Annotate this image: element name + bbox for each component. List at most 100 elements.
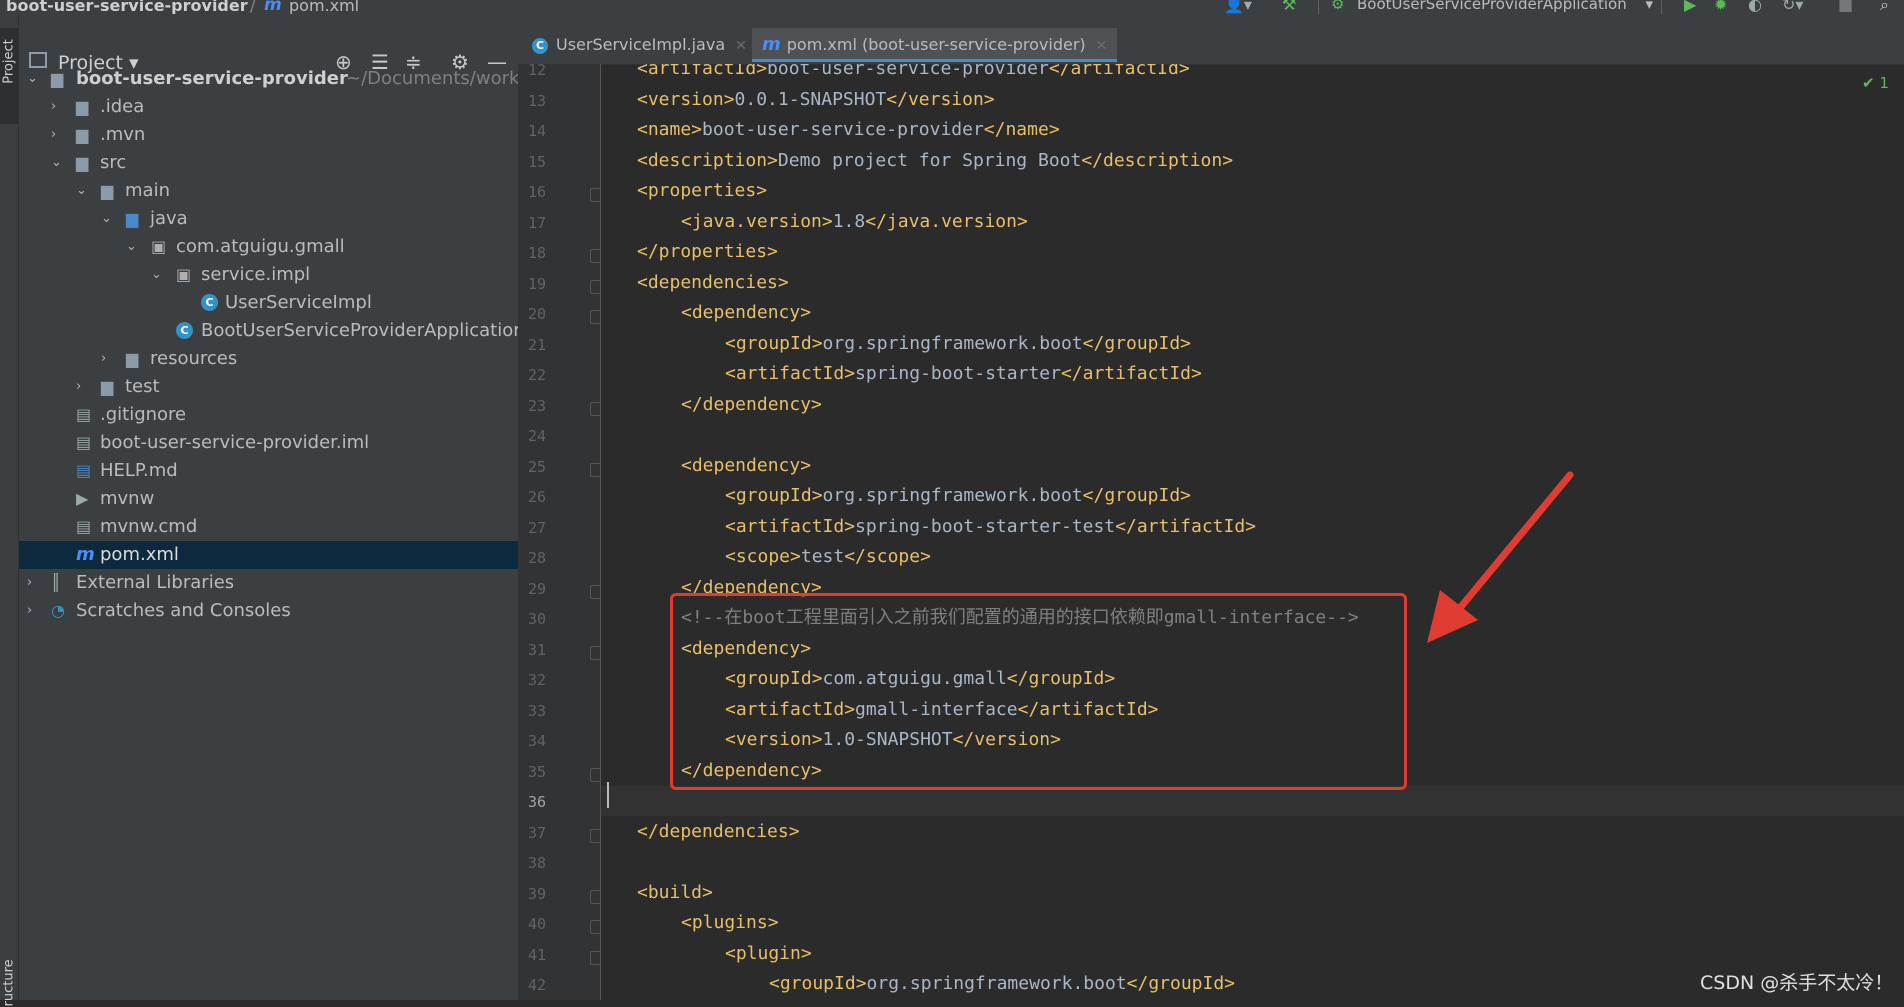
fold-marker-icon[interactable] — [590, 462, 600, 477]
code-line[interactable]: <name>boot-user-service-provider</name> — [601, 115, 1904, 145]
chevron-right-icon[interactable]: › — [101, 345, 106, 373]
code-line[interactable]: <version>0.0.1-SNAPSHOT</version> — [601, 85, 1904, 115]
user-icon[interactable]: 👤▾ — [1224, 0, 1252, 14]
tab-pom-xml[interactable]: m pom.xml (boot-user-service-provider) ✕ — [752, 28, 1118, 62]
code-line[interactable]: <scope>test</scope> — [601, 542, 1904, 572]
tree-item-package[interactable]: ⌄ ▣ com.atguigu.gmall — [19, 233, 518, 261]
tree-item-mvnw-cmd[interactable]: ▤ mvnw.cmd — [19, 513, 518, 541]
chevron-right-icon[interactable]: › — [76, 373, 81, 401]
editor-gutter[interactable]: 12 13 14 15 16 17 18 19 20 21 22 23 24 25 26 27 28 29 30 31… — [518, 64, 601, 1000]
code-line[interactable]: <plugin> — [601, 939, 1904, 969]
tree-item-mvn[interactable]: › ▆ .mvn — [19, 121, 518, 149]
tree-item-label: pom.xml — [100, 544, 179, 565]
tree-item-external-libraries[interactable]: › ║ External Libraries — [19, 569, 518, 597]
tree-item-help-md[interactable]: ▤ HELP.md — [19, 457, 518, 485]
code-line[interactable]: <java.version>1.8</java.version> — [601, 207, 1904, 237]
run-icon[interactable]: ▶ — [1684, 0, 1696, 14]
code-line[interactable]: <dependency> — [601, 451, 1904, 481]
line-number: 12 — [527, 64, 546, 79]
line-number: 28 — [527, 549, 546, 567]
fold-marker-icon[interactable] — [590, 310, 600, 324]
tree-item-project-root[interactable]: ⌄ ▆ boot-user-service-provider ~/Documen… — [19, 65, 518, 93]
tree-item-application[interactable]: C BootUserServiceProviderApplicatior — [19, 317, 518, 345]
fold-marker-icon[interactable] — [590, 920, 600, 934]
chevron-right-icon[interactable]: › — [27, 597, 32, 625]
chevron-down-icon[interactable]: ⌄ — [151, 261, 162, 289]
tree-item-label: boot-user-service-provider — [76, 68, 348, 89]
tree-item-test[interactable]: › ▆ test — [19, 373, 518, 401]
tree-item-label: BootUserServiceProviderApplicatior — [201, 320, 518, 341]
code-line[interactable] — [601, 847, 1904, 877]
code-line[interactable]: <plugins> — [601, 908, 1904, 938]
code-line[interactable]: <build> — [601, 878, 1904, 908]
tree-item-pom-xml[interactable]: m pom.xml — [19, 541, 518, 569]
code-line[interactable]: </properties> — [601, 237, 1904, 267]
close-icon[interactable]: ✕ — [735, 38, 747, 54]
spring-boot-icon: ⚙ — [1331, 0, 1345, 13]
source-folder-icon: ▆ — [126, 209, 139, 228]
code-line[interactable]: <artifactId>spring-boot-starter</artifac… — [601, 359, 1904, 389]
code-line[interactable]: <dependency> — [601, 298, 1904, 328]
chevron-down-icon[interactable]: ⌄ — [27, 65, 38, 93]
profile-icon[interactable]: ↻▾ — [1782, 0, 1803, 14]
chevron-down-icon[interactable]: ⌄ — [51, 149, 62, 177]
editor-tab-bar: C UserServiceImpl.java ✕ m pom.xml (boot-us… — [518, 14, 1904, 65]
stop-icon[interactable]: ■ — [1838, 0, 1853, 14]
chevron-down-icon[interactable]: ⌄ — [126, 233, 137, 261]
tree-item-main[interactable]: ⌄ ▆ main — [19, 177, 518, 205]
tree-item-src[interactable]: ⌄ ▆ src — [19, 149, 518, 177]
tree-item-idea[interactable]: › ▆ .idea — [19, 93, 518, 121]
inspection-status[interactable]: ✔ 1 — [1862, 74, 1889, 92]
debug-icon[interactable]: ✹ — [1714, 0, 1727, 14]
search-icon[interactable]: ⌕ — [1880, 0, 1889, 14]
fold-marker-icon[interactable] — [590, 889, 600, 904]
fold-marker-icon[interactable] — [590, 950, 600, 965]
tree-item-gitignore[interactable]: ▤ .gitignore — [19, 401, 518, 429]
fold-marker-icon[interactable] — [590, 584, 600, 599]
fold-marker-icon[interactable] — [590, 828, 600, 843]
project-panel: Project ▾ ⊕ ☰ ≑ ⚙ — ⌄ ▆ boot-user-servic… — [19, 14, 518, 1000]
code-line[interactable]: <artifactId>spring-boot-starter-test</ar… — [601, 512, 1904, 542]
code-editor[interactable]: <artifactId>boot-user-service-provider</… — [601, 64, 1904, 1000]
tree-item-resources[interactable]: › ▆ resources — [19, 345, 518, 373]
tree-item-service-impl[interactable]: ⌄ ▣ service.impl — [19, 261, 518, 289]
fold-marker-icon[interactable] — [590, 279, 600, 294]
close-icon[interactable]: ✕ — [1096, 38, 1108, 54]
fold-marker-icon[interactable] — [590, 645, 600, 660]
code-text: <plugin> — [725, 942, 812, 964]
tree-item-label: java — [150, 208, 188, 229]
tree-item-userserviceimpl[interactable]: C UserServiceImpl — [19, 289, 518, 317]
tree-item-iml[interactable]: ▤ boot-user-service-provider.iml — [19, 429, 518, 457]
tree-item-java[interactable]: ⌄ ▆ java — [19, 205, 518, 233]
code-line[interactable]: </dependencies> — [601, 817, 1904, 847]
code-line[interactable]: <groupId>org.springframework.boot</group… — [601, 481, 1904, 511]
chevron-down-icon[interactable]: ⌄ — [101, 205, 112, 233]
fold-marker-icon[interactable] — [590, 767, 600, 782]
breadcrumb-file[interactable]: pom.xml — [289, 0, 359, 14]
code-line[interactable]: <artifactId>boot-user-service-provider</… — [601, 64, 1904, 84]
code-line[interactable]: </dependency> — [601, 390, 1904, 420]
code-line[interactable]: <properties> — [601, 176, 1904, 206]
breadcrumb-project[interactable]: boot-user-service-provider — [6, 0, 248, 14]
project-tool-tab[interactable]: Project — [2, 39, 17, 85]
tree-item-mvnw[interactable]: ▶ mvnw — [19, 485, 518, 513]
fold-marker-icon[interactable] — [590, 249, 600, 263]
tree-item-scratches[interactable]: › ◔ Scratches and Consoles — [19, 597, 518, 625]
chevron-right-icon[interactable]: › — [51, 93, 56, 121]
code-line[interactable]: <description>Demo project for Spring Boo… — [601, 146, 1904, 176]
code-line[interactable]: <groupId>org.springframework.boot</group… — [601, 329, 1904, 359]
chevron-right-icon[interactable]: › — [51, 121, 56, 149]
code-text: <dependency> — [681, 302, 812, 323]
chevron-right-icon[interactable]: › — [27, 569, 32, 597]
coverage-icon[interactable]: ◐ — [1748, 0, 1762, 14]
chevron-down-icon[interactable]: ⌄ — [76, 177, 87, 205]
code-line[interactable]: <dependencies> — [601, 268, 1904, 298]
build-hammer-icon[interactable]: ⚒ — [1282, 0, 1296, 14]
code-line[interactable] — [601, 786, 1904, 816]
run-configuration-select[interactable]: ⚙ BootUserServiceProviderApplication ▾ — [1318, 0, 1662, 14]
code-line[interactable] — [601, 420, 1904, 450]
tab-userserviceimpl[interactable]: C UserServiceImpl.java ✕ — [532, 28, 747, 62]
fold-marker-icon[interactable] — [590, 188, 600, 202]
tree-item-label: HELP.md — [100, 460, 178, 481]
fold-marker-icon[interactable] — [590, 401, 600, 416]
